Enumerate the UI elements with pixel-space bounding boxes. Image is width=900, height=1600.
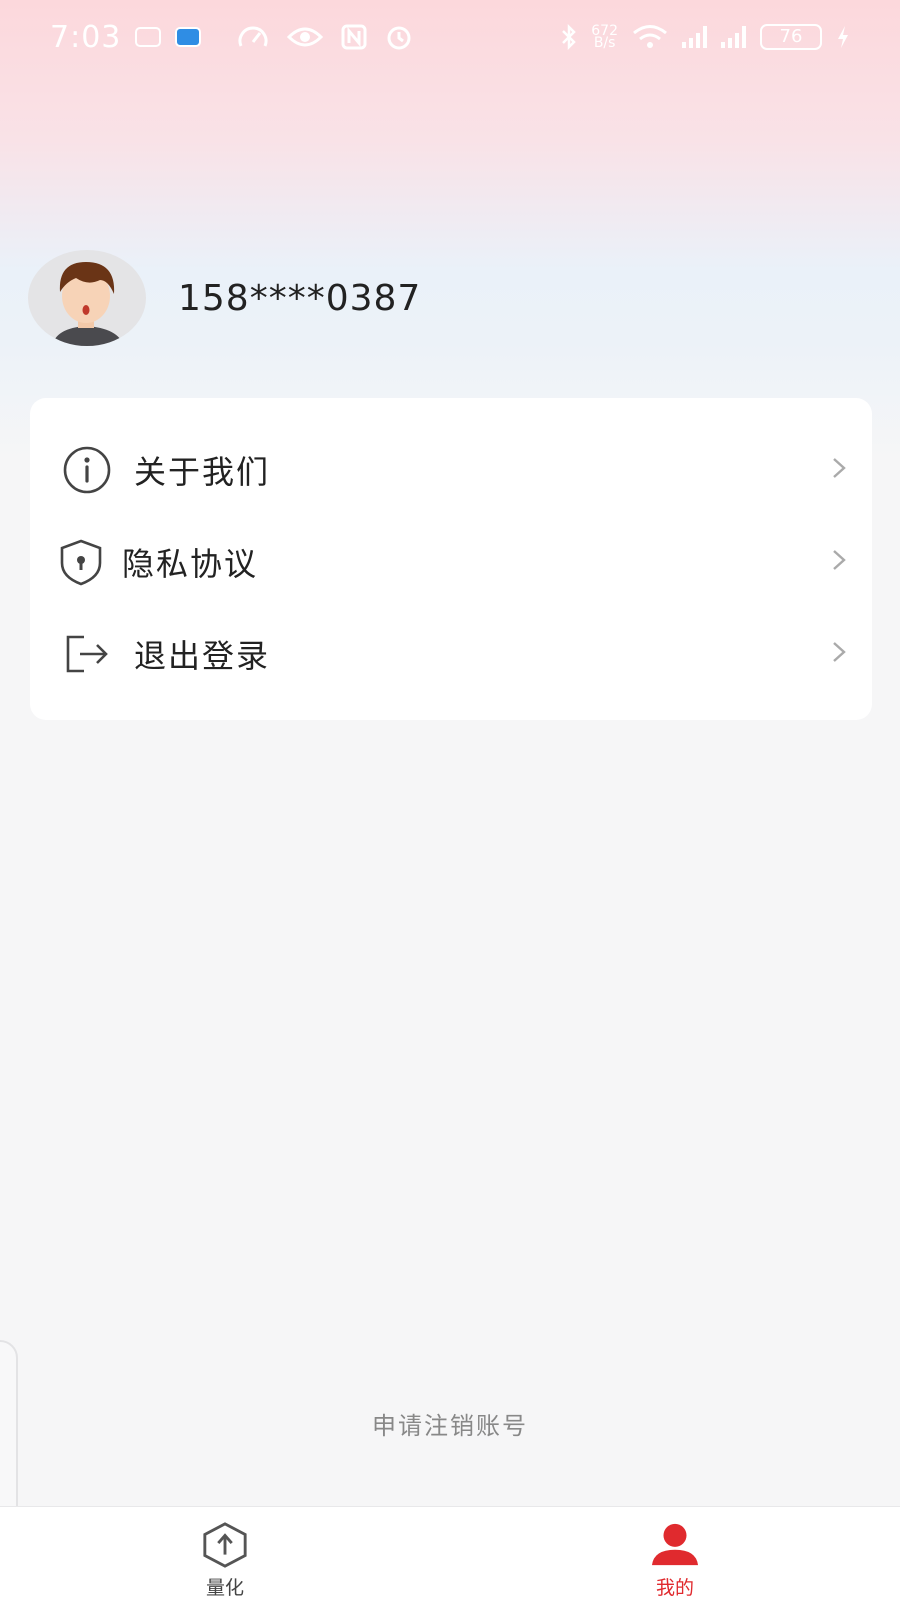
- settings-menu-card: 关于我们 隐私协议 退出登录: [30, 398, 872, 720]
- avatar-boy-icon: [52, 262, 124, 346]
- tab-label: 量化: [205, 1577, 244, 1599]
- menu-item-label: 退出登录: [134, 637, 271, 675]
- info-icon: [60, 443, 114, 497]
- tab-mine[interactable]: 我的: [450, 1507, 900, 1600]
- signal-strength-2-icon: [721, 26, 746, 48]
- menu-item-logout[interactable]: 退出登录: [30, 608, 872, 700]
- eye-icon: [287, 27, 324, 47]
- logout-icon: [60, 627, 114, 681]
- battery-indicator: 76: [760, 24, 822, 50]
- user-phone-number: 158****0387: [178, 277, 422, 319]
- charging-icon: [838, 26, 848, 48]
- status-time: 7:03: [50, 19, 122, 55]
- menu-item-label: 关于我们: [134, 453, 271, 491]
- tab-quant[interactable]: 量化: [0, 1507, 450, 1600]
- message-notification-icon: [175, 27, 202, 47]
- alarm-icon: [387, 26, 411, 50]
- avatar[interactable]: [28, 250, 146, 346]
- user-profile[interactable]: 158****0387: [28, 250, 421, 346]
- signal-strength-1-icon: [682, 26, 707, 48]
- chevron-right-icon: [832, 457, 846, 483]
- menu-item-label: 隐私协议: [122, 545, 259, 583]
- bluetooth-icon: [562, 24, 577, 50]
- speedometer-icon: [238, 26, 268, 47]
- chevron-right-icon: [832, 549, 846, 575]
- bottom-tab-bar: 量化 我的: [0, 1506, 900, 1600]
- nfc-icon: [341, 24, 367, 50]
- menu-item-about-us[interactable]: 关于我们: [30, 424, 872, 516]
- tab-label: 我的: [655, 1577, 694, 1599]
- chat-notification-icon: [135, 27, 162, 47]
- shield-lock-icon: [54, 535, 108, 589]
- quant-hexagon-icon: [203, 1522, 247, 1568]
- menu-item-privacy-policy[interactable]: 隐私协议: [30, 516, 872, 608]
- wifi-icon: [633, 25, 667, 48]
- cancel-account-link[interactable]: 申请注销账号: [0, 1406, 900, 1441]
- network-speed: 672 B/s: [591, 23, 618, 51]
- chevron-right-icon: [832, 641, 846, 667]
- person-icon: [651, 1523, 699, 1566]
- status-bar: 7:03 672 B/s 76: [0, 0, 900, 74]
